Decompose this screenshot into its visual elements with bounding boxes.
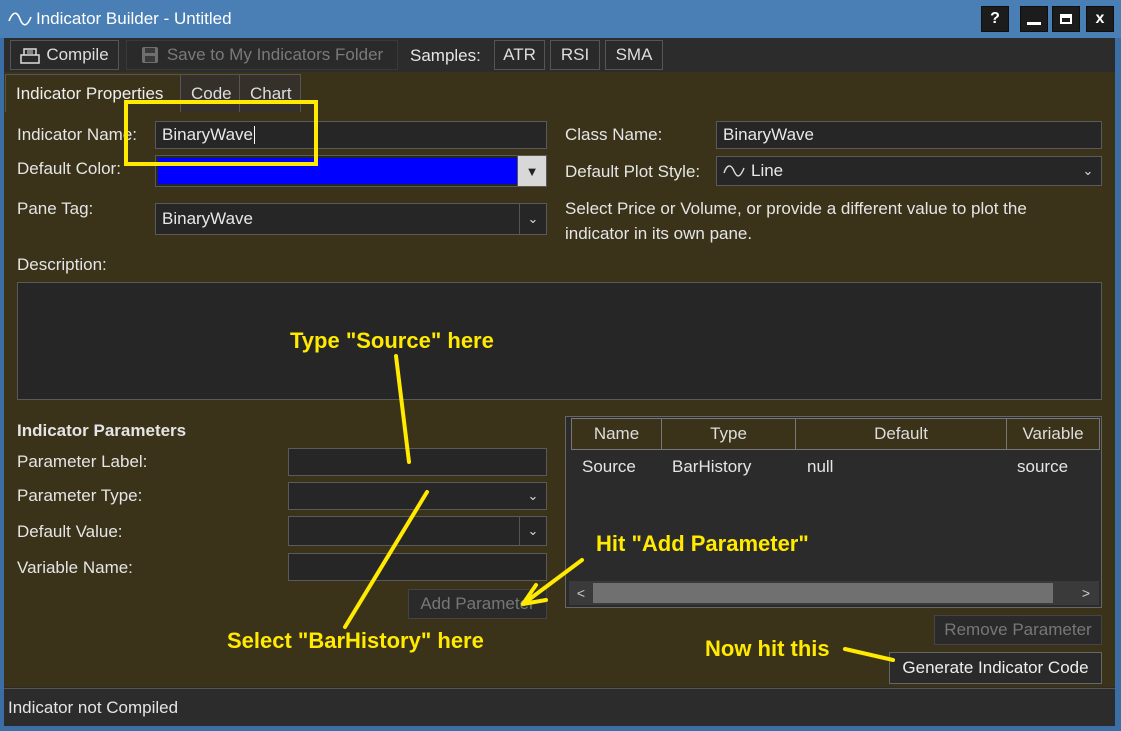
generate-code-button[interactable]: Generate Indicator Code	[889, 652, 1102, 684]
chevron-down-icon: ⌄	[1082, 163, 1094, 178]
save-label: Save to My Indicators Folder	[166, 45, 384, 64]
column-header-default[interactable]: Default	[795, 418, 1007, 450]
chevron-down-icon: ⌄	[527, 488, 539, 503]
variable-name-input[interactable]	[288, 553, 547, 581]
indicator-name-label: Indicator Name:	[17, 125, 137, 144]
chevron-down-icon[interactable]: ▼	[517, 156, 546, 186]
description-label: Description:	[17, 255, 107, 274]
status-text: Indicator not Compiled	[8, 698, 179, 717]
close-button[interactable]: x	[1086, 6, 1114, 32]
annotation-hit-add: Hit "Add Parameter"	[596, 531, 809, 556]
column-header-name[interactable]: Name	[571, 418, 662, 450]
minimize-icon	[1027, 21, 1041, 25]
variable-name-label: Variable Name:	[17, 558, 133, 577]
cell-variable: source	[1017, 457, 1069, 476]
default-value-select[interactable]: ⌄	[288, 516, 547, 546]
scrollbar-thumb[interactable]	[593, 583, 1053, 603]
class-name-value: BinaryWave	[723, 125, 815, 144]
add-parameter-button[interactable]: Add Parameter	[408, 589, 547, 619]
sample-atr-button[interactable]: ATR	[494, 40, 545, 70]
highlight-box	[124, 100, 318, 166]
default-color-label: Default Color:	[17, 159, 121, 178]
pane-help-text-2: indicator in its own pane.	[565, 224, 753, 243]
parameters-heading: Indicator Parameters	[17, 421, 187, 440]
chevron-down-icon: ⌄	[519, 517, 546, 545]
compile-icon	[20, 48, 41, 64]
wave-icon	[8, 12, 32, 26]
scroll-right-icon[interactable]: >	[1074, 581, 1098, 605]
annotation-select-barhistory: Select "BarHistory" here	[227, 628, 484, 653]
scroll-left-icon[interactable]: <	[569, 581, 593, 605]
pane-tag-select[interactable]: BinaryWave ⌄	[155, 203, 547, 235]
plot-style-select[interactable]: Line ⌄	[716, 156, 1102, 186]
maximize-icon	[1060, 14, 1072, 24]
maximize-button[interactable]	[1052, 6, 1080, 32]
parameter-type-select[interactable]: ⌄	[288, 482, 547, 510]
chevron-down-icon: ⌄	[519, 204, 546, 234]
pane-tag-label: Pane Tag:	[17, 199, 94, 218]
column-header-type[interactable]: Type	[661, 418, 796, 450]
pane-help-text-1: Select Price or Volume, or provide a dif…	[565, 199, 1027, 218]
plot-style-label: Default Plot Style:	[565, 162, 701, 181]
sample-sma-button[interactable]: SMA	[605, 40, 663, 70]
line-plot-icon	[723, 165, 745, 177]
pane-tag-value: BinaryWave	[162, 209, 254, 228]
annotation-now-hit: Now hit this	[705, 636, 830, 661]
column-header-variable[interactable]: Variable	[1006, 418, 1100, 450]
plot-style-value: Line	[751, 161, 784, 180]
parameter-type-label: Parameter Type:	[17, 486, 143, 505]
cell-type: BarHistory	[672, 457, 752, 476]
compile-button[interactable]: Compile	[10, 40, 119, 70]
save-icon	[141, 47, 158, 63]
cell-default: null	[807, 457, 834, 476]
sample-rsi-button[interactable]: RSI	[550, 40, 600, 70]
samples-label: Samples:	[410, 46, 481, 65]
save-to-folder-button[interactable]: Save to My Indicators Folder	[126, 40, 398, 70]
compile-label: Compile	[46, 45, 109, 64]
class-name-label: Class Name:	[565, 125, 663, 144]
description-textarea[interactable]	[17, 282, 1102, 400]
cell-name: Source	[582, 457, 636, 476]
parameter-label-input[interactable]	[288, 448, 547, 476]
help-button[interactable]: ?	[981, 6, 1009, 32]
default-value-label: Default Value:	[17, 522, 123, 541]
minimize-button[interactable]	[1020, 6, 1048, 32]
window-title: Indicator Builder - Untitled	[36, 9, 232, 28]
annotation-type-source: Type "Source" here	[290, 328, 494, 353]
remove-parameter-button[interactable]: Remove Parameter	[934, 615, 1102, 645]
parameter-label-label: Parameter Label:	[17, 452, 148, 471]
class-name-input[interactable]: BinaryWave	[716, 121, 1102, 149]
